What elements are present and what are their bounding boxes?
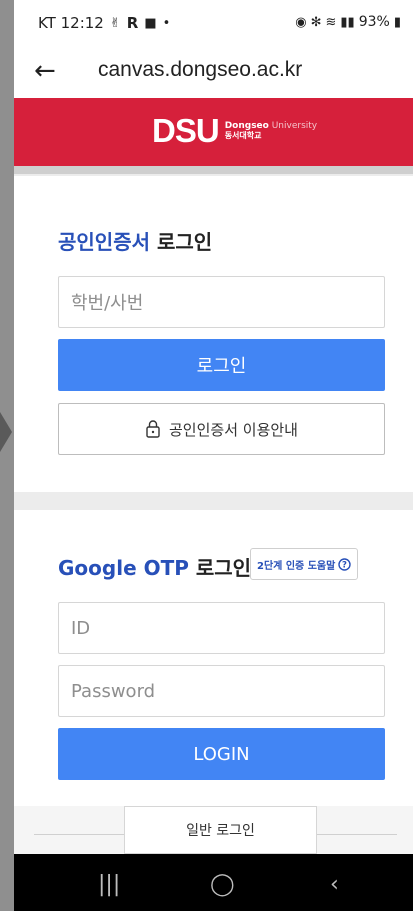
- recent-apps-icon[interactable]: |||: [98, 872, 120, 897]
- logo-mark: DSU: [152, 112, 220, 149]
- right-divider: [317, 834, 397, 835]
- dsu-logo[interactable]: DSU Dongseo University 동서대학교: [152, 112, 317, 150]
- two-factor-help-label: 2단계 인증 도움말: [257, 560, 336, 572]
- alarm-icon: ◉: [295, 14, 307, 30]
- dot-icon: •: [162, 15, 171, 31]
- browser-url-bar: ← canvas.dongseo.ac.kr: [14, 46, 413, 98]
- id-input[interactable]: ID: [58, 602, 385, 654]
- general-login-area: 일반 로그인: [14, 806, 413, 854]
- svg-text:?: ?: [342, 560, 347, 570]
- lock-icon: [146, 420, 160, 438]
- logo-korean: 동서대학교: [224, 131, 262, 140]
- back-icon[interactable]: ‹: [330, 872, 339, 897]
- otp-login-button[interactable]: LOGIN: [58, 728, 385, 780]
- cert-guide-button[interactable]: 공인인증서 이용안내: [58, 403, 385, 455]
- status-bar: KT 12:12 ✌ R ■ • ◉ ✻ ≋ ▮▮ 93% ▮: [14, 0, 413, 46]
- banner-divider: [14, 166, 413, 174]
- student-id-input[interactable]: 학번/사번: [58, 276, 385, 328]
- logo-subtext: Dongseo University 동서대학교: [225, 121, 317, 141]
- cert-login-title: 공인인증서 로그인: [58, 230, 213, 254]
- question-icon: ?: [338, 557, 352, 571]
- cert-login-button[interactable]: 로그인: [58, 339, 385, 391]
- android-nav-bar: ||| ◯ ‹: [14, 854, 413, 911]
- password-input[interactable]: Password: [58, 665, 385, 717]
- otp-login-title: Google OTP 로그인: [58, 556, 252, 580]
- url-text[interactable]: canvas.dongseo.ac.kr: [98, 58, 302, 82]
- phone-screen: KT 12:12 ✌ R ■ • ◉ ✻ ≋ ▮▮ 93% ▮ ← canvas…: [14, 0, 413, 911]
- home-icon[interactable]: ◯: [210, 872, 235, 897]
- bluetooth-icon: ✻: [310, 14, 322, 30]
- logo-english: Dongseo University: [224, 121, 318, 131]
- two-factor-help-button[interactable]: 2단계 인증 도움말 ?: [250, 548, 359, 580]
- signal-icon: ▮▮: [340, 14, 355, 30]
- status-letter: R: [126, 14, 139, 32]
- message-icon: ■: [144, 15, 157, 31]
- otp-login-section: Google OTP 로그인 2단계 인증 도움말 ? ID Password …: [14, 510, 413, 806]
- cert-login-section: 공인인증서 로그인 학번/사번 로그인 공인인증서 이용안내: [14, 176, 413, 492]
- cert-guide-label: 공인인증서 이용안내: [169, 420, 298, 439]
- battery-level: 93%: [358, 14, 390, 30]
- notification-icon: ✌: [109, 15, 121, 31]
- back-arrow-icon[interactable]: ←: [34, 56, 56, 86]
- general-login-button[interactable]: 일반 로그인: [124, 806, 317, 854]
- left-divider: [34, 834, 124, 835]
- battery-icon: ▮: [393, 14, 401, 30]
- wifi-icon: ≋: [325, 14, 337, 30]
- carrier-time: KT 12:12: [38, 14, 104, 32]
